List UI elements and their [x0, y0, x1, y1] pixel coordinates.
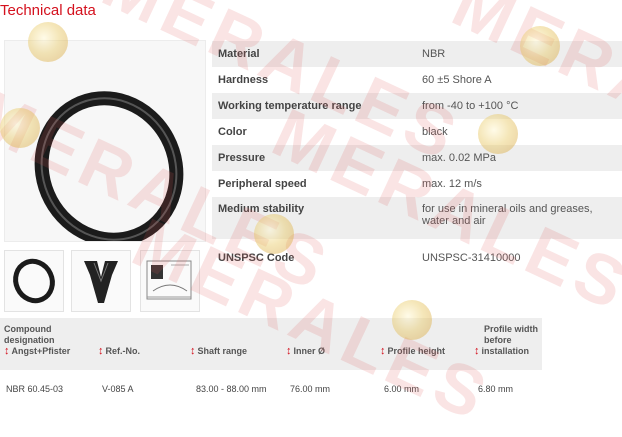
spec-row: Hardness 60 ±5 Shore A — [212, 67, 622, 93]
spec-label: Peripheral speed — [218, 178, 307, 190]
cell-profile-height: 6.00 mm — [384, 384, 420, 394]
sort-arrows-icon[interactable]: ↕ — [190, 345, 196, 357]
spec-label: Color — [218, 126, 247, 138]
column-header-inner-diameter[interactable]: ↕ Inner Ø — [286, 346, 325, 357]
variants-table-header — [0, 318, 542, 370]
cell-ref-no: V-085 A — [102, 384, 134, 394]
spec-label: Hardness — [218, 74, 269, 86]
spec-value: for use in mineral oils and greases, wat… — [416, 197, 622, 239]
spec-value: 60 ±5 Shore A — [422, 74, 492, 86]
thumbnail-drawing[interactable] — [140, 250, 200, 312]
spec-value: UNSPSC-31410000 — [422, 252, 521, 264]
spec-label: Material — [212, 41, 416, 67]
column-header-ref-no[interactable]: ↕ Ref.-No. — [98, 346, 140, 357]
column-header-compound[interactable]: Compound designation ↕ Angst+Pfister — [4, 324, 70, 357]
spec-row: Peripheral speed max. 12 m/s — [212, 171, 622, 197]
cell-shaft-range: 83.00 - 88.00 mm — [196, 384, 267, 394]
page-title: Technical data — [0, 2, 96, 19]
spec-value: max. 0.02 MPa — [416, 145, 622, 171]
o-ring-illustration — [34, 91, 184, 247]
spec-row: Pressure max. 0.02 MPa — [212, 145, 622, 171]
ring-icon — [13, 258, 55, 304]
spec-label: UNSPSC Code — [218, 252, 295, 264]
sort-arrows-icon[interactable]: ↕ — [474, 345, 480, 357]
sort-arrows-icon[interactable]: ↕ — [4, 345, 10, 357]
spec-label: Working temperature range — [212, 93, 416, 119]
cell-compound: NBR 60.45-03 — [6, 384, 64, 394]
technical-drawing-icon — [146, 260, 192, 300]
spec-row: Material NBR — [212, 41, 622, 67]
spec-value: from -40 to +100 °C — [416, 93, 622, 119]
spec-value: NBR — [416, 41, 622, 67]
sort-arrows-icon[interactable]: ↕ — [286, 345, 292, 357]
sort-arrows-icon[interactable]: ↕ — [380, 345, 386, 357]
spec-row: Working temperature range from -40 to +1… — [212, 93, 622, 119]
specs-table: Material NBR Hardness 60 ±5 Shore A Work… — [212, 41, 622, 273]
profile-icon — [84, 261, 118, 303]
thumbnail-ring[interactable] — [4, 250, 64, 312]
spec-label: Pressure — [212, 145, 416, 171]
spec-row: Medium stability for use in mineral oils… — [212, 197, 622, 239]
spec-value: black — [422, 126, 448, 138]
product-image[interactable] — [4, 40, 206, 247]
sort-arrows-icon[interactable]: ↕ — [98, 345, 104, 357]
spec-row: UNSPSC Code UNSPSC-31410000 — [212, 239, 622, 273]
cell-profile-width: 6.80 mm — [478, 384, 514, 394]
spec-label: Medium stability — [212, 197, 416, 239]
cell-inner-diameter: 76.00 mm — [290, 384, 331, 394]
column-header-shaft-range[interactable]: ↕ Shaft range — [190, 346, 247, 357]
spec-value: max. 12 m/s — [422, 178, 482, 190]
column-header-profile-height[interactable]: ↕ Profile height — [380, 346, 445, 357]
spec-row: Color black — [212, 119, 622, 145]
thumbnail-profile[interactable] — [71, 250, 131, 312]
column-header-profile-width[interactable]: Profile width before ↕ installation — [474, 324, 538, 357]
